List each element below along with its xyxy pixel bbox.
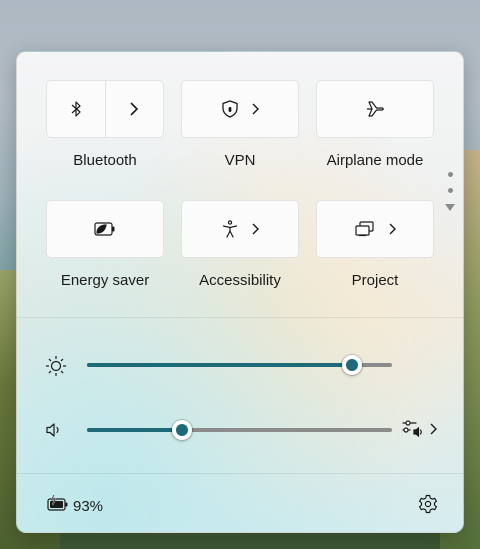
page-dot[interactable] bbox=[447, 188, 453, 193]
gear-icon[interactable] bbox=[418, 494, 438, 514]
page-indicator[interactable] bbox=[445, 172, 455, 211]
project-tile[interactable] bbox=[316, 200, 434, 258]
airplane-icon bbox=[367, 101, 384, 117]
chevron-right-icon bbox=[430, 423, 437, 435]
energy-saver-label: Energy saver bbox=[60, 272, 150, 289]
section-divider bbox=[17, 473, 463, 474]
bluetooth-icon bbox=[71, 101, 81, 117]
brightness-slider[interactable] bbox=[87, 355, 392, 375]
chevron-right-icon bbox=[252, 103, 259, 115]
accessibility-label: Accessibility bbox=[199, 272, 281, 289]
battery-charging-icon[interactable] bbox=[47, 494, 69, 512]
vpn-label: VPN bbox=[224, 152, 256, 169]
volume-slider-thumb[interactable] bbox=[172, 420, 192, 440]
chevron-right-icon bbox=[252, 223, 259, 235]
airplane-mode-tile[interactable] bbox=[316, 80, 434, 138]
speaker-icon[interactable] bbox=[45, 422, 63, 438]
volume-slider[interactable] bbox=[87, 420, 392, 440]
page-dot[interactable] bbox=[447, 172, 453, 177]
bluetooth-tile[interactable] bbox=[46, 80, 164, 138]
volume-mixer-icon bbox=[402, 420, 422, 438]
scroll-down-arrow-icon[interactable] bbox=[445, 204, 455, 211]
brightness-slider-fill bbox=[87, 363, 352, 367]
bluetooth-chevron-button[interactable] bbox=[106, 81, 164, 137]
volume-slider-fill bbox=[87, 428, 182, 432]
quick-settings-panel: Bluetooth VPN Airplane mode Energy saver bbox=[16, 51, 464, 533]
vpn-shield-icon bbox=[221, 100, 238, 118]
brightness-slider-thumb[interactable] bbox=[342, 355, 362, 375]
energy-saver-tile[interactable] bbox=[46, 200, 164, 258]
energy-saver-icon bbox=[94, 222, 115, 236]
airplane-mode-label: Airplane mode bbox=[326, 152, 424, 169]
battery-percent[interactable]: 93% bbox=[73, 498, 103, 515]
bluetooth-label: Bluetooth bbox=[73, 152, 137, 169]
vpn-tile[interactable] bbox=[181, 80, 299, 138]
chevron-right-icon bbox=[389, 223, 396, 235]
sun-icon bbox=[45, 355, 67, 377]
section-divider bbox=[17, 317, 463, 318]
project-icon bbox=[354, 221, 374, 237]
project-label: Project bbox=[351, 272, 399, 289]
accessibility-icon bbox=[222, 220, 237, 238]
accessibility-tile[interactable] bbox=[181, 200, 299, 258]
chevron-right-icon bbox=[130, 102, 139, 116]
volume-mixer-button[interactable] bbox=[402, 419, 437, 439]
bluetooth-toggle[interactable] bbox=[47, 81, 105, 137]
